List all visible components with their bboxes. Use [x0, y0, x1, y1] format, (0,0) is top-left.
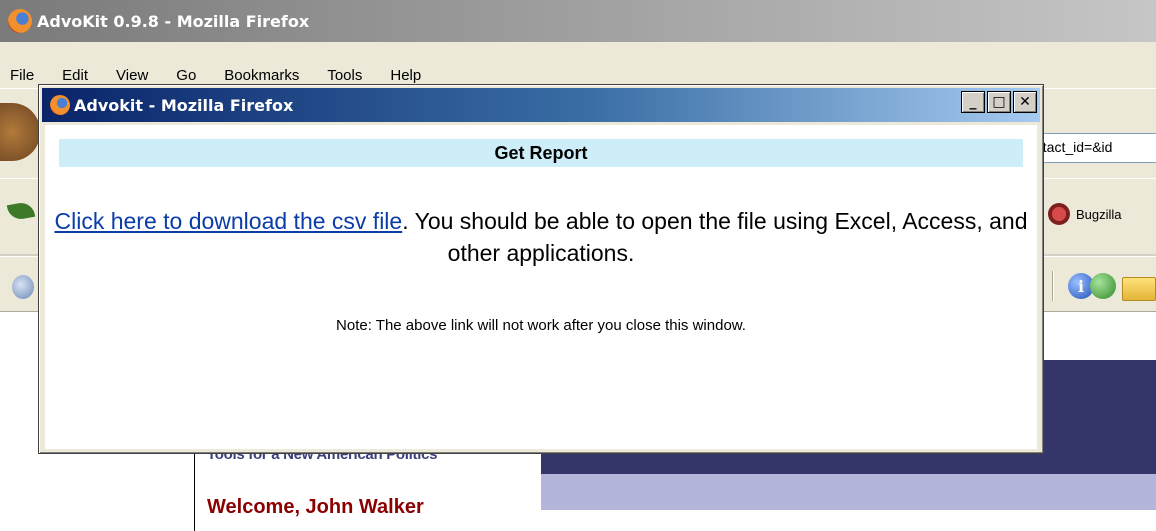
welcome-text: Welcome, John Walker: [207, 496, 424, 518]
firefox-icon: [50, 95, 70, 115]
menu-help[interactable]: Help: [390, 67, 421, 84]
bookmark-bugzilla-label: Bugzilla: [1076, 206, 1122, 222]
report-popup-window: Advokit - Mozilla Firefox _ □ ✕ Get Repo…: [38, 84, 1044, 454]
bookmark-bugzilla[interactable]: Bugzilla: [1048, 203, 1122, 225]
main-window-title: AdvoKit 0.9.8 - Mozilla Firefox: [37, 11, 310, 31]
menu-edit[interactable]: Edit: [62, 67, 88, 84]
report-header: Get Report: [59, 139, 1023, 167]
close-button[interactable]: ✕: [1013, 91, 1037, 113]
bugzilla-icon: [1048, 203, 1070, 225]
report-message-text: . You should be able to open the file us…: [402, 208, 1028, 266]
toolbar-separator: [1052, 271, 1054, 301]
download-csv-link[interactable]: Click here to download the csv file: [54, 208, 402, 234]
menu-file[interactable]: File: [10, 67, 34, 84]
firefox-icon: [8, 9, 32, 33]
globe-icon[interactable]: [12, 275, 34, 299]
leaf-icon[interactable]: [6, 200, 36, 222]
menu-view[interactable]: View: [116, 67, 148, 84]
menu-tools[interactable]: Tools: [327, 67, 362, 84]
minimize-button[interactable]: _: [961, 91, 985, 113]
back-button[interactable]: [0, 103, 40, 161]
window-controls: _ □ ✕: [961, 91, 1037, 113]
go-icon[interactable]: [1090, 273, 1116, 299]
report-note: Note: The above link will not work after…: [336, 317, 746, 334]
popup-body: Get Report Click here to download the cs…: [45, 125, 1037, 449]
menu-go[interactable]: Go: [176, 67, 196, 84]
main-window-titlebar: AdvoKit 0.9.8 - Mozilla Firefox: [0, 0, 1156, 42]
menu-bookmarks[interactable]: Bookmarks: [224, 67, 299, 84]
popup-titlebar[interactable]: Advokit - Mozilla Firefox: [42, 88, 1040, 122]
report-message: Click here to download the csv file. You…: [45, 205, 1037, 269]
maximize-button[interactable]: □: [987, 91, 1011, 113]
header-strip: [541, 474, 1156, 510]
folder-icon[interactable]: [1122, 277, 1156, 301]
menu-bar: File Edit View Go Bookmarks Tools Help: [0, 42, 1156, 88]
popup-title: Advokit - Mozilla Firefox: [74, 95, 294, 115]
address-bar[interactable]: ntact_id=&id: [1030, 133, 1156, 163]
